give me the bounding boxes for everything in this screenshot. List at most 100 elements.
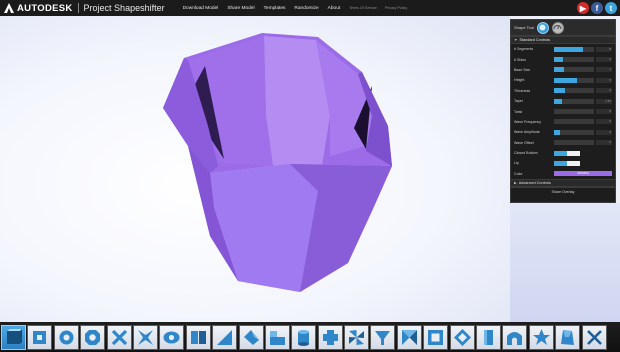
slider-row: # Segments 8 — [511, 44, 615, 54]
bowtie-icon — [401, 329, 417, 345]
slider-track[interactable] — [554, 129, 594, 135]
sculpt-tool-button[interactable] — [536, 21, 549, 34]
shape-template-button[interactable] — [212, 324, 238, 350]
slider-track[interactable] — [554, 140, 594, 146]
expand-triangle-icon: ▶ — [514, 181, 517, 186]
slider-value-input[interactable]: 0 — [596, 140, 612, 146]
slider-track[interactable] — [554, 46, 594, 52]
slider-value-input[interactable]: 5 — [596, 77, 612, 83]
slider-row: # Sides 4 — [511, 54, 615, 64]
slider-label: Twist — [514, 109, 523, 114]
shape-template-button[interactable] — [317, 324, 343, 350]
hollow-square-icon — [33, 330, 47, 344]
shape-template-button[interactable] — [396, 324, 422, 350]
twisted-wedge-icon — [243, 329, 259, 345]
slider-fill — [554, 46, 583, 52]
slider-value-input[interactable]: 0 — [596, 119, 612, 125]
slider-value-input[interactable]: 1 — [596, 67, 612, 73]
facebook-icon[interactable]: f — [591, 2, 603, 14]
slider-value-input[interactable]: 8 — [596, 46, 612, 52]
nav-privacy-policy[interactable]: Privacy Policy — [385, 6, 407, 11]
lip-label: Lip — [514, 161, 519, 166]
slider-row: Wave Frequency 0 — [511, 117, 615, 127]
nav-randomize[interactable]: Randomize — [294, 6, 318, 11]
slider-track[interactable] — [554, 98, 594, 104]
shape-template-button[interactable] — [423, 324, 449, 350]
nav-download-model[interactable]: Download Model — [183, 6, 219, 11]
shape-template-button[interactable] — [528, 324, 554, 350]
slider-track[interactable] — [554, 77, 594, 83]
tilted-frame-icon — [453, 328, 471, 346]
twitter-icon[interactable]: t — [605, 2, 617, 14]
social-links: ▶ f t — [575, 2, 617, 14]
shape-template-button[interactable] — [555, 324, 581, 350]
nav-about[interactable]: About — [328, 6, 341, 11]
advanced-controls-label: Advanced Controls — [518, 181, 551, 186]
eye-icon — [163, 331, 180, 343]
slider-value-input[interactable]: 0 — [596, 109, 612, 115]
slider-row: Taper 1.25 — [511, 96, 615, 106]
brand-name: AUTODESK — [17, 2, 73, 14]
youtube-icon[interactable]: ▶ — [577, 2, 589, 14]
wedge-icon — [217, 329, 233, 345]
slider-track[interactable] — [554, 88, 594, 94]
arch-block-icon — [507, 331, 523, 345]
nav-templates[interactable]: Templates — [264, 6, 286, 11]
slider-label: Height — [514, 78, 525, 83]
slider-value-input[interactable]: 4 — [596, 57, 612, 63]
cross-block-icon — [322, 329, 338, 345]
shape-template-button[interactable] — [476, 324, 502, 350]
twisted-tower-icon — [561, 329, 575, 345]
standard-controls-header[interactable]: ▼ Standard Controls — [511, 36, 615, 44]
shape-template-button[interactable] — [159, 324, 185, 350]
shape-template-button[interactable] — [132, 324, 158, 350]
cube-icon — [7, 328, 22, 344]
frame-icon — [428, 329, 444, 345]
color-row: Color #9B6BE8 — [511, 169, 615, 179]
shape-template-button[interactable] — [344, 324, 370, 350]
standard-controls-label: Standard Controls — [519, 38, 551, 42]
shape-template-button[interactable] — [53, 324, 79, 350]
nav-terms-of-service[interactable]: Terms Of Service — [349, 6, 377, 11]
slider-value-input[interactable]: 0 — [596, 129, 612, 135]
brand[interactable]: AUTODESK Project Shapeshifter — [0, 3, 165, 14]
slider-row: Wave Amplitude 0 — [511, 127, 615, 137]
slider-label: # Segments — [514, 47, 534, 52]
shape-tool-label: Shape Tool — [514, 25, 534, 30]
shape-template-button[interactable] — [502, 324, 528, 350]
lip-toggle[interactable] — [554, 160, 580, 166]
star-x-icon — [137, 329, 153, 345]
nav-share-model[interactable]: Share Model — [227, 6, 254, 11]
shape-template-button[interactable] — [27, 324, 53, 350]
3d-viewport[interactable] — [0, 16, 510, 322]
advanced-controls-header[interactable]: ▶ Advanced Controls — [511, 179, 615, 188]
shape-template-button[interactable] — [264, 324, 290, 350]
slider-fill — [554, 67, 564, 73]
shape-template-button[interactable] — [1, 324, 26, 350]
slider-track[interactable] — [554, 119, 594, 125]
shape-template-button[interactable] — [291, 324, 317, 350]
slider-value-input[interactable]: 3 — [596, 88, 612, 94]
slider-value-input[interactable]: 1.25 — [596, 98, 612, 104]
shape-template-button[interactable] — [106, 324, 132, 350]
shape-template-button[interactable] — [185, 324, 211, 350]
shape-template-button[interactable] — [370, 324, 396, 350]
slider-track[interactable] — [554, 57, 594, 63]
shape-template-button[interactable] — [80, 324, 106, 350]
x-icon — [111, 329, 127, 345]
slider-track[interactable] — [554, 67, 594, 73]
slider-row: Thickness 3 — [511, 86, 615, 96]
slider-fill — [554, 88, 566, 94]
slider-row: Height 5 — [511, 75, 615, 85]
shape-template-button[interactable] — [449, 324, 475, 350]
shape-render[interactable] — [0, 16, 510, 322]
share-overlay-button[interactable]: Share Overlay — [511, 187, 615, 195]
shape-template-button[interactable] — [238, 324, 264, 350]
slider-track[interactable] — [554, 109, 594, 115]
funnel-icon — [375, 330, 391, 345]
shape-template-button[interactable] — [581, 324, 607, 350]
speed-tool-button[interactable] — [551, 21, 564, 34]
slider-row: Twist 0 — [511, 106, 615, 116]
closed-bottom-toggle[interactable] — [554, 150, 580, 156]
color-picker[interactable]: #9B6BE8 — [554, 171, 612, 177]
